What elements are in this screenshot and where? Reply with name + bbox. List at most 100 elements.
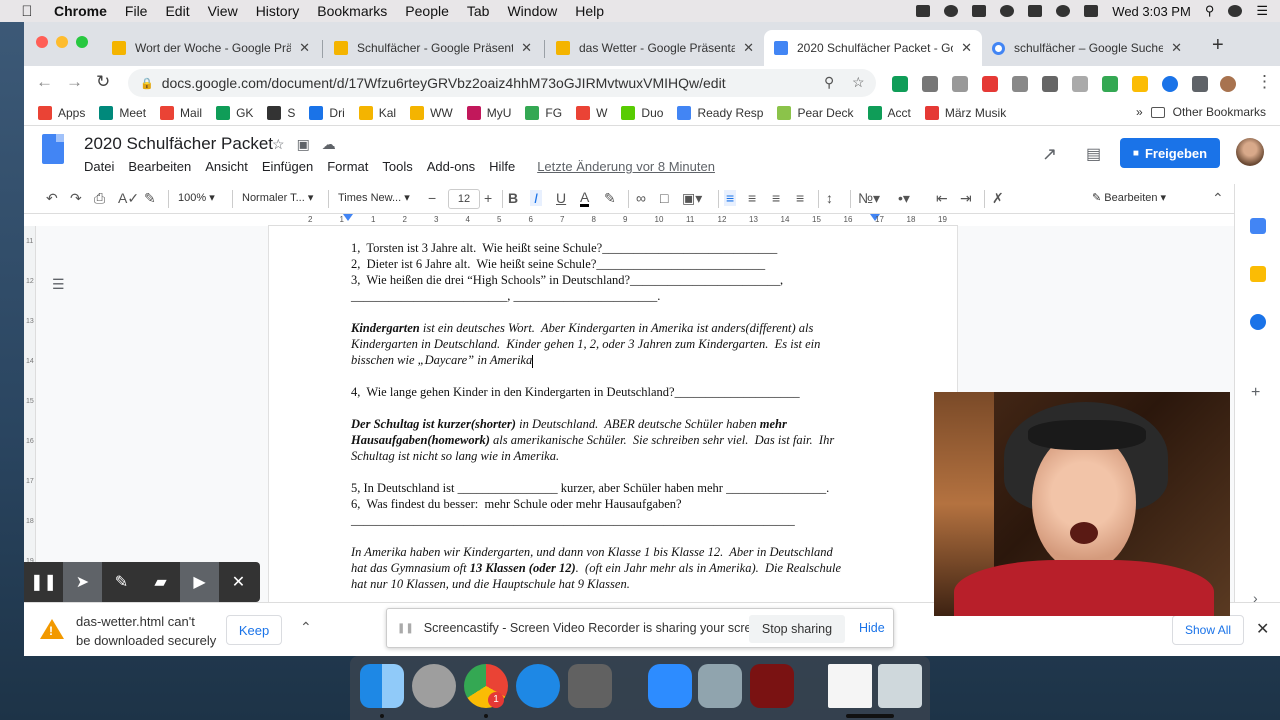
extension-flag-icon[interactable] bbox=[1132, 76, 1148, 92]
menu-hilfe[interactable]: Hilfe bbox=[489, 159, 515, 174]
kindergarten-paragraph-line-1[interactable]: Kindergarten ist ein deutsches Wort. Abe… bbox=[351, 320, 891, 336]
avatar[interactable] bbox=[1236, 138, 1264, 166]
redo-icon[interactable]: ↷ bbox=[70, 190, 82, 207]
spellcheck-icon[interactable]: A✓ bbox=[118, 190, 139, 207]
close-window-button[interactable] bbox=[36, 36, 48, 48]
menu-tools[interactable]: Tools bbox=[382, 159, 412, 174]
siri-icon[interactable] bbox=[1228, 5, 1243, 17]
document-body[interactable]: 1, Torsten ist 3 Jahre alt. Wie heißt se… bbox=[351, 240, 891, 592]
increase-indent-icon[interactable]: ⇥ bbox=[960, 190, 972, 207]
schultag-paragraph-line-2[interactable]: Hausaufgaben(homework) als amerikanische… bbox=[351, 432, 891, 448]
increase-font-size-icon[interactable]: + bbox=[484, 190, 492, 206]
bold-icon[interactable]: B bbox=[508, 190, 518, 206]
bookmark-item[interactable]: S bbox=[267, 105, 295, 120]
question-6[interactable]: 6, Was findest du besser: mehr Schule od… bbox=[351, 496, 891, 512]
bookmark-item[interactable]: GK bbox=[216, 105, 253, 120]
other-bookmarks[interactable]: Other Bookmarks bbox=[1173, 105, 1266, 119]
zoom-window-button[interactable] bbox=[76, 36, 88, 48]
extension-home-icon[interactable] bbox=[1042, 76, 1058, 92]
horizontal-ruler[interactable]: 2 1 1 2 3 4 5 6 7 8 9 10 11 12 13 14 15 16 17 18 19 bbox=[268, 214, 958, 226]
spotlight-icon[interactable]: ⚲ bbox=[1205, 3, 1215, 19]
menu-tab[interactable]: Tab bbox=[467, 3, 490, 19]
hide-button[interactable]: Hide bbox=[859, 621, 885, 635]
bookmark-item[interactable]: Mail bbox=[160, 105, 202, 120]
new-tab-button[interactable]: + bbox=[1212, 34, 1224, 57]
menu-app-name[interactable]: Chrome bbox=[54, 3, 107, 19]
close-icon[interactable]: ✕ bbox=[1256, 619, 1269, 639]
search-icon[interactable]: ⚲ bbox=[824, 74, 834, 91]
tab-schulfaecher[interactable]: Schulfächer - Google Präsenta ✕ bbox=[324, 30, 542, 66]
editing-mode-select[interactable]: ✎ Bearbeiten ▾ bbox=[1092, 191, 1166, 204]
trash-icon[interactable] bbox=[878, 664, 922, 708]
justify-icon[interactable]: ≡ bbox=[796, 190, 804, 206]
eraser-icon[interactable]: ▰ bbox=[141, 562, 180, 602]
tasks-icon[interactable] bbox=[1250, 314, 1266, 330]
clock[interactable]: Wed 3:03 PM bbox=[1112, 4, 1191, 19]
underline-icon[interactable]: U bbox=[556, 190, 566, 206]
cloud-icon[interactable] bbox=[1000, 5, 1015, 17]
bookmark-item[interactable]: FG bbox=[525, 105, 562, 120]
comment-history-icon[interactable]: ▤ bbox=[1086, 144, 1101, 164]
tab-schulfaecher-packet[interactable]: 2020 Schulfächer Packet - Go ✕ bbox=[764, 30, 982, 66]
menu-bookmarks[interactable]: Bookmarks bbox=[317, 3, 387, 19]
align-center-icon[interactable]: ≡ bbox=[748, 190, 756, 206]
document-page[interactable]: 1, Torsten ist 3 Jahre alt. Wie heißt se… bbox=[268, 226, 958, 656]
schultag-paragraph-line-3[interactable]: Schultag ist nicht so lang wie in Amerik… bbox=[351, 448, 891, 464]
close-tab-icon[interactable]: ✕ bbox=[743, 40, 754, 56]
menu-einfuegen[interactable]: Einfügen bbox=[262, 159, 313, 174]
font-size-input[interactable]: 12 bbox=[448, 189, 480, 209]
close-tab-icon[interactable]: ✕ bbox=[1171, 40, 1182, 56]
link-icon[interactable]: ∞ bbox=[636, 190, 646, 206]
bookmark-item[interactable]: Duo bbox=[621, 105, 663, 120]
insert-image-icon[interactable]: ▣▾ bbox=[682, 190, 702, 207]
question-1[interactable]: 1, Torsten ist 3 Jahre alt. Wie heißt se… bbox=[351, 240, 891, 256]
font-family-select[interactable]: Times New... ▾ bbox=[338, 191, 410, 204]
chevron-up-icon[interactable]: ⌃ bbox=[300, 619, 312, 636]
extension-pdf-icon[interactable] bbox=[922, 76, 938, 92]
menu-history[interactable]: History bbox=[256, 3, 300, 19]
highlight-icon[interactable]: ✎ bbox=[604, 190, 616, 207]
italic-icon[interactable]: I bbox=[530, 190, 542, 206]
back-icon[interactable]: ← bbox=[36, 72, 53, 92]
bookmark-item[interactable]: MyU bbox=[466, 105, 511, 120]
document-title[interactable]: 2020 Schulfächer Packet bbox=[84, 134, 273, 154]
left-indent-marker[interactable] bbox=[343, 214, 353, 221]
reload-icon[interactable]: ↻ bbox=[96, 72, 110, 92]
minimize-window-button[interactable] bbox=[56, 36, 68, 48]
undo-icon[interactable]: ↶ bbox=[46, 190, 58, 207]
bookmark-item[interactable]: Acct bbox=[867, 105, 911, 120]
camera-icon[interactable] bbox=[916, 5, 931, 17]
apple-icon[interactable]:  bbox=[18, 3, 36, 20]
menu-file[interactable]: File bbox=[125, 3, 148, 19]
paragraph-style-select[interactable]: Normaler T... ▾ bbox=[242, 191, 313, 204]
finder-icon[interactable] bbox=[360, 664, 404, 708]
keep-icon[interactable] bbox=[1250, 266, 1266, 282]
bookmark-item[interactable]: WW bbox=[410, 105, 453, 120]
menu-help[interactable]: Help bbox=[575, 3, 604, 19]
pin-icon[interactable] bbox=[1028, 5, 1043, 17]
move-folder-icon[interactable]: ▣ bbox=[297, 136, 310, 153]
question-4[interactable]: 4, Wie lange gehen Kinder in den Kinderg… bbox=[351, 384, 891, 400]
webcam-icon[interactable]: ▶ bbox=[180, 562, 219, 602]
extensions-puzzle-icon[interactable] bbox=[1192, 76, 1208, 92]
close-tab-icon[interactable]: ✕ bbox=[961, 40, 972, 56]
zoom-select[interactable]: 100% ▾ bbox=[178, 191, 215, 204]
document-icon[interactable] bbox=[828, 664, 872, 708]
print-icon[interactable]: ⎙ bbox=[94, 190, 105, 207]
line-spacing-icon[interactable]: ↕ bbox=[826, 190, 833, 206]
tab-wort-der-woche[interactable]: Wort der Woche - Google Präs ✕ bbox=[102, 30, 320, 66]
drag-handle-icon[interactable]: ❚❚ bbox=[397, 623, 414, 634]
question-3[interactable]: 3, Wie heißen die drei “High Schools” in… bbox=[351, 272, 891, 288]
address-bar[interactable]: 🔒 docs.google.com/document/d/17Wfzu6rtey… bbox=[128, 69, 876, 97]
share-button[interactable]: ■ Freigeben bbox=[1120, 138, 1220, 168]
extension-drive-icon[interactable] bbox=[952, 76, 968, 92]
numbered-list-icon[interactable]: №▾ bbox=[858, 190, 880, 207]
menu-bearbeiten[interactable]: Bearbeiten bbox=[128, 159, 191, 174]
wifi-icon[interactable] bbox=[1056, 5, 1071, 17]
keep-button[interactable]: Keep bbox=[226, 615, 282, 645]
extension-gk-icon[interactable] bbox=[892, 76, 908, 92]
activity-dashboard-icon[interactable]: ↗ bbox=[1042, 144, 1057, 165]
schultag-paragraph-line-1[interactable]: Der Schultag ist kurzer(shorter) in Deut… bbox=[351, 416, 891, 432]
text-color-icon[interactable]: A bbox=[580, 190, 590, 207]
screencastify-icon[interactable] bbox=[944, 5, 959, 17]
